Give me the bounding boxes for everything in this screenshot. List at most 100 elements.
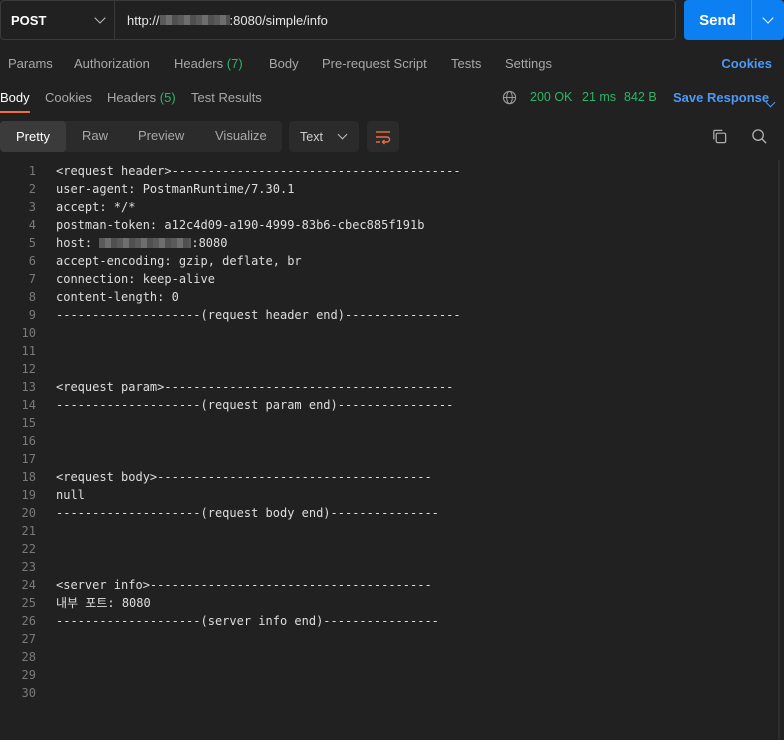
line-text-content: postman-token: a12c4d09-a190-4999-83b6-c…: [56, 218, 425, 232]
line-text: [36, 666, 56, 684]
active-tab-indicator: [0, 111, 30, 113]
line-number: 18: [21, 470, 36, 484]
line-text: host: :8080: [36, 234, 227, 252]
format-select[interactable]: Text: [289, 121, 359, 152]
tab-settings[interactable]: Settings: [505, 56, 552, 71]
response-tab-headers[interactable]: Headers (5): [107, 90, 176, 105]
code-line: 6 accept-encoding: gzip, deflate, br: [0, 252, 784, 270]
chevron-down-icon: [94, 12, 106, 24]
line-number: 26: [21, 614, 36, 628]
line-number: 1: [28, 164, 36, 178]
response-tab-cookies[interactable]: Cookies: [45, 90, 92, 105]
line-number: 25: [21, 596, 36, 610]
line-text: [36, 522, 56, 540]
tab-headers-count: (7): [226, 56, 243, 71]
line-number: 2: [28, 182, 36, 196]
line-text: <request header>------------------------…: [36, 162, 461, 180]
line-text: [36, 648, 56, 666]
response-bar: Body Cookies Headers (5) Test Results 20…: [0, 82, 784, 113]
line-text: [36, 630, 56, 648]
code-line: 12: [0, 360, 784, 378]
code-line: 3 accept: */*: [0, 198, 784, 216]
request-tabs: Params Authorization Headers (7) Body Pr…: [0, 48, 784, 80]
view-visualize-button[interactable]: Visualize: [215, 128, 267, 143]
url-suffix: :8080/simple/info: [229, 12, 328, 28]
globe-icon[interactable]: [502, 90, 517, 105]
tab-params[interactable]: Params: [8, 56, 53, 71]
code-line: 15: [0, 414, 784, 432]
line-number: 27: [21, 632, 36, 646]
view-preview-button[interactable]: Preview: [138, 128, 184, 143]
wrap-lines-button[interactable]: [367, 121, 399, 152]
view-raw-button[interactable]: Raw: [82, 128, 108, 143]
line-text: <request param>-------------------------…: [36, 378, 453, 396]
cookies-link[interactable]: Cookies: [721, 56, 772, 71]
status-code[interactable]: 200 OK: [530, 90, 572, 104]
response-body[interactable]: 1 <request header>-----------------------…: [0, 162, 784, 702]
line-number: 16: [21, 434, 36, 448]
line-number: 8: [28, 290, 36, 304]
send-options-button[interactable]: [752, 12, 784, 24]
line-number: 9: [28, 308, 36, 322]
line-text-content: accept: */*: [56, 200, 136, 214]
code-line: 25 내부 포트: 8080: [0, 594, 784, 612]
method-label: POST: [11, 12, 47, 28]
line-text-content: connection: keep-alive: [56, 272, 215, 286]
save-response-button[interactable]: Save Response: [673, 90, 769, 105]
url-input[interactable]: http:// :8080/simple/info: [115, 13, 328, 28]
line-number: 6: [28, 254, 36, 268]
code-line: 29: [0, 666, 784, 684]
line-text: [36, 684, 56, 702]
tab-tests[interactable]: Tests: [451, 56, 481, 71]
search-icon[interactable]: [751, 128, 768, 145]
code-line: 2 user-agent: PostmanRuntime/7.30.1: [0, 180, 784, 198]
line-text-content: --------------------(request header end)…: [56, 308, 461, 322]
tab-headers[interactable]: Headers (7): [174, 56, 243, 71]
line-text: [36, 540, 56, 558]
line-text: connection: keep-alive: [36, 270, 215, 288]
response-tab-headers-label: Headers: [107, 90, 157, 105]
code-line: 21: [0, 522, 784, 540]
response-size[interactable]: 842 B: [624, 90, 657, 104]
chevron-down-icon: [765, 97, 776, 108]
code-line: 13 <request param>-----------------------…: [0, 378, 784, 396]
response-time[interactable]: 21 ms: [582, 90, 616, 104]
tab-authorization[interactable]: Authorization: [74, 56, 150, 71]
line-text-content: <server info>---------------------------…: [56, 578, 432, 592]
code-line: 23: [0, 558, 784, 576]
line-text-content: <request body>--------------------------…: [56, 470, 432, 484]
view-pretty-button[interactable]: Pretty: [0, 121, 66, 152]
line-text: [36, 342, 56, 360]
redacted-host: [99, 238, 192, 248]
code-line: 26 --------------------(server info end)-…: [0, 612, 784, 630]
code-line: 1 <request header>-----------------------…: [0, 162, 784, 180]
copy-icon[interactable]: [711, 128, 728, 145]
url-bar: POST http:// :8080/simple/info: [0, 0, 676, 40]
response-tab-body[interactable]: Body: [0, 90, 30, 105]
chevron-down-icon: [762, 12, 774, 24]
tab-body[interactable]: Body: [269, 56, 299, 71]
format-label: Text: [300, 129, 323, 144]
code-line: 30: [0, 684, 784, 702]
response-tab-test-results[interactable]: Test Results: [191, 90, 262, 105]
code-line: 11: [0, 342, 784, 360]
line-number: 4: [28, 218, 36, 232]
save-response-dropdown[interactable]: [765, 94, 776, 109]
send-button[interactable]: Send: [684, 0, 784, 40]
line-text: [36, 414, 56, 432]
line-number: 10: [21, 326, 36, 340]
line-number: 24: [21, 578, 36, 592]
method-select[interactable]: POST: [1, 1, 115, 39]
line-number: 13: [21, 380, 36, 394]
code-line: 19 null: [0, 486, 784, 504]
line-text: [36, 450, 56, 468]
line-text-content: user-agent: PostmanRuntime/7.30.1: [56, 182, 295, 196]
line-number: 14: [21, 398, 36, 412]
tab-headers-label: Headers: [174, 56, 224, 71]
code-line: 22: [0, 540, 784, 558]
line-text: accept-encoding: gzip, deflate, br: [36, 252, 302, 270]
line-number: 7: [28, 272, 36, 286]
code-line: 8 content-length: 0: [0, 288, 784, 306]
line-text-content: --------------------(server info end)---…: [56, 614, 439, 628]
tab-pre-request-script[interactable]: Pre-request Script: [322, 56, 427, 71]
